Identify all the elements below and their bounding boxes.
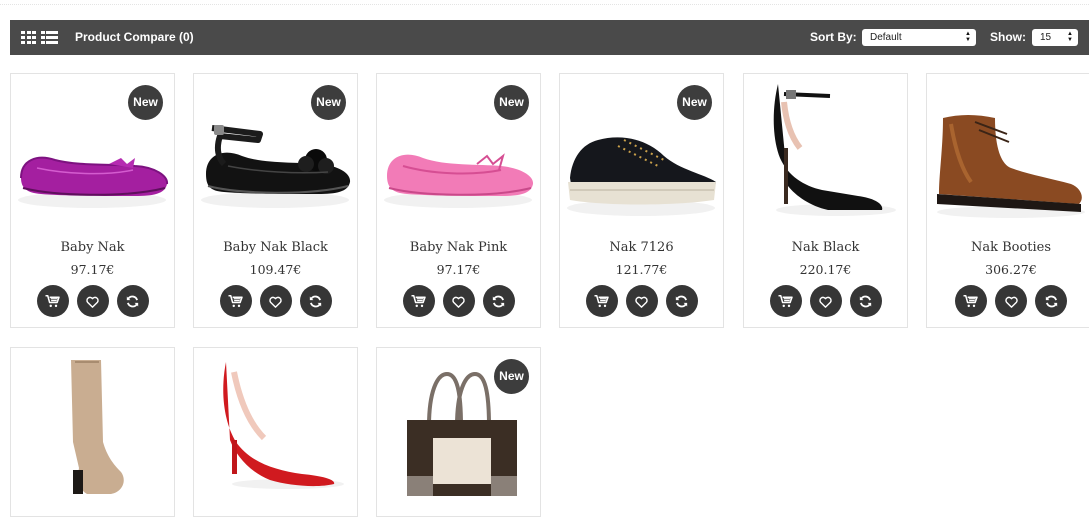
add-to-wishlist-button[interactable]	[625, 285, 658, 317]
refresh-icon	[490, 293, 507, 310]
new-badge: New	[311, 85, 346, 120]
product-card-brown-tote-bag[interactable]: New	[376, 347, 541, 517]
cart-icon	[410, 292, 428, 310]
refresh-icon	[673, 293, 690, 310]
heart-icon	[1003, 293, 1020, 310]
heart-icon	[633, 293, 650, 310]
listing-toolbar: Product Compare (0) Sort By: Default ▲ ▼ …	[10, 20, 1089, 55]
refresh-icon	[124, 293, 141, 310]
add-to-compare-button[interactable]	[116, 285, 149, 317]
product-card-nak-booties[interactable]: Nak Booties 306.27€	[926, 73, 1089, 328]
grid-view-icon[interactable]	[21, 31, 36, 44]
product-card-beige-knee-boot[interactable]	[10, 347, 175, 517]
product-image-beige-knee-boot[interactable]	[15, 352, 170, 502]
product-card-baby-nak-pink[interactable]: New Baby Nak Pink 97.17€	[376, 73, 541, 328]
heart-icon	[817, 293, 834, 310]
add-to-compare-button[interactable]	[482, 285, 515, 317]
new-badge: New	[677, 85, 712, 120]
select-arrows-icon: ▲ ▼	[1067, 31, 1073, 43]
product-price: 121.77€	[615, 262, 668, 277]
add-to-cart-button[interactable]	[219, 285, 252, 317]
new-badge: New	[128, 85, 163, 120]
product-image-brown-chukka-boot[interactable]	[931, 78, 1086, 228]
product-actions	[194, 285, 357, 317]
select-arrows-icon: ▲ ▼	[965, 31, 971, 43]
add-to-cart-button[interactable]	[955, 285, 987, 317]
show-count-select[interactable]: 15 ▲ ▼	[1032, 29, 1078, 46]
add-to-wishlist-button[interactable]	[442, 285, 475, 317]
sort-by-value: Default	[870, 32, 902, 43]
product-image-red-pump[interactable]	[198, 352, 353, 502]
add-to-wishlist-button[interactable]	[995, 285, 1027, 317]
product-card-baby-nak-black[interactable]: New Baby Nak Black 109.47€	[193, 73, 358, 328]
add-to-cart-button[interactable]	[36, 285, 69, 317]
add-to-compare-button[interactable]	[849, 285, 882, 317]
refresh-icon	[857, 293, 874, 310]
cart-icon	[593, 292, 611, 310]
product-name[interactable]: Baby Nak	[11, 240, 174, 255]
product-price: 220.17€	[799, 262, 852, 277]
add-to-cart-button[interactable]	[585, 285, 618, 317]
add-to-wishlist-button[interactable]	[809, 285, 842, 317]
list-view-icon[interactable]	[41, 31, 58, 44]
add-to-compare-button[interactable]	[665, 285, 698, 317]
product-name[interactable]: Nak 7126	[560, 240, 723, 255]
product-compare-link[interactable]: Product Compare (0)	[75, 20, 194, 55]
product-name[interactable]: Nak Booties	[927, 240, 1089, 255]
product-card-nak-black[interactable]: Nak Black 220.17€	[743, 73, 908, 328]
sort-by-label: Sort By:	[810, 30, 857, 44]
show-count-value: 15	[1040, 32, 1052, 43]
add-to-compare-button[interactable]	[299, 285, 332, 317]
product-price: 97.17€	[436, 262, 481, 277]
heart-icon	[84, 293, 101, 310]
product-card-red-pump[interactable]	[193, 347, 358, 517]
product-card-baby-nak[interactable]: New Baby Nak 97.17€	[10, 73, 175, 328]
product-price: 109.47€	[249, 262, 302, 277]
sort-by-select[interactable]: Default ▲ ▼	[862, 29, 976, 46]
heart-icon	[450, 293, 467, 310]
heart-icon	[267, 293, 284, 310]
add-to-wishlist-button[interactable]	[76, 285, 109, 317]
add-to-cart-button[interactable]	[402, 285, 435, 317]
product-name[interactable]: Baby Nak Black	[194, 240, 357, 255]
product-price: 97.17€	[70, 262, 115, 277]
add-to-compare-button[interactable]	[1035, 285, 1067, 317]
show-label: Show:	[990, 30, 1026, 44]
product-actions	[560, 285, 723, 317]
cart-icon	[44, 292, 62, 310]
product-name[interactable]: Baby Nak Pink	[377, 240, 540, 255]
product-actions	[927, 285, 1089, 317]
product-actions	[744, 285, 907, 317]
cart-icon	[227, 292, 245, 310]
product-actions	[11, 285, 174, 317]
product-image-black-ankle-strap-heel[interactable]	[748, 78, 903, 228]
refresh-icon	[1043, 293, 1060, 310]
add-to-cart-button[interactable]	[769, 285, 802, 317]
product-name[interactable]: Nak Black	[744, 240, 907, 255]
product-card-nak-7126[interactable]: New Nak 7126 121.77€	[559, 73, 724, 328]
new-badge: New	[494, 85, 529, 120]
add-to-wishlist-button[interactable]	[259, 285, 292, 317]
top-divider	[0, 4, 1089, 5]
product-price: 306.27€	[985, 262, 1037, 277]
product-actions	[377, 285, 540, 317]
new-badge: New	[494, 359, 529, 394]
cart-icon	[777, 292, 795, 310]
cart-icon	[962, 292, 980, 310]
refresh-icon	[307, 293, 324, 310]
